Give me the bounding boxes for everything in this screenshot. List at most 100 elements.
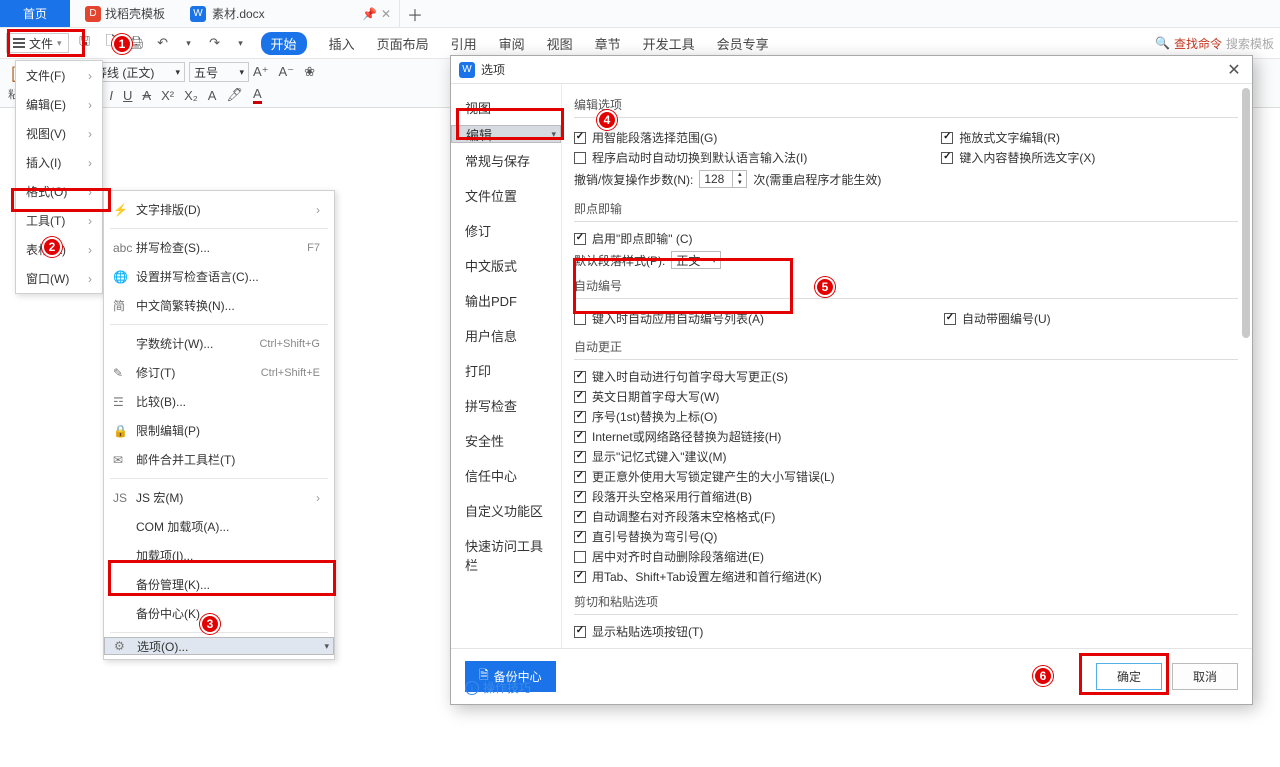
opt-click-and-type[interactable]: 启用"即点即输" (C): [574, 230, 1238, 247]
menu-file[interactable]: 文件(F): [16, 61, 102, 90]
menu-edit[interactable]: 编辑(E): [16, 90, 102, 119]
font-family-select[interactable]: 等线 (正文)▾: [90, 62, 185, 82]
highlight-button[interactable]: 🖊: [226, 87, 243, 103]
submenu-item-1[interactable]: abc拼写检查(S)...F7: [104, 233, 334, 262]
dialog-nav-item-5[interactable]: 中文版式: [451, 248, 561, 283]
submenu-item-10[interactable]: COM 加载项(A)...: [104, 512, 334, 541]
font-size-select[interactable]: 五号▾: [189, 62, 249, 82]
pin-icon[interactable]: 📌: [362, 7, 377, 21]
opt-ac6[interactable]: 更正意外使用大写锁定键产生的大小写错误(L): [574, 468, 1238, 485]
new-tab-button[interactable]: ＋: [400, 0, 430, 27]
dialog-nav-item-3[interactable]: 文件位置: [451, 178, 561, 213]
submenu-item-0[interactable]: ⚡文字排版(D): [104, 195, 334, 224]
increase-font-icon[interactable]: A⁺: [253, 64, 269, 80]
italic-button[interactable]: I: [109, 88, 113, 103]
menu-view[interactable]: 视图(V): [16, 119, 102, 148]
dialog-nav-item-7[interactable]: 用户信息: [451, 318, 561, 353]
opt-ac10[interactable]: 居中对齐时自动删除段落缩进(E): [574, 548, 1238, 565]
dialog-nav-item-0[interactable]: 视图: [451, 90, 561, 125]
dialog-nav-item-4[interactable]: 修订: [451, 213, 561, 248]
font-color-button[interactable]: A: [253, 86, 262, 104]
submenu-item-12[interactable]: 备份管理(K)...: [104, 570, 334, 599]
opt-ac8[interactable]: 自动调整右对齐段落末空格格式(F): [574, 508, 1238, 525]
opt-ac7[interactable]: 段落开头空格采用行首缩进(B): [574, 488, 1238, 505]
dialog-nav-item-13[interactable]: 快速访问工具栏: [451, 528, 561, 582]
menu-format[interactable]: 格式(O): [16, 177, 102, 206]
scrollbar[interactable]: [1242, 88, 1250, 644]
submenu-item-13[interactable]: 备份中心(K): [104, 599, 334, 628]
spin-down-icon[interactable]: ▼: [733, 179, 746, 187]
tab-insert[interactable]: 插入: [329, 34, 355, 53]
tips-link[interactable]: i 操作技巧: [465, 679, 531, 696]
opt-ac1[interactable]: 键入时自动进行句首字母大写更正(S): [574, 368, 1238, 385]
opt-auto-number-list[interactable]: 键入时自动应用自动编号列表(A): [574, 310, 764, 327]
dialog-nav-item-9[interactable]: 拼写检查: [451, 388, 561, 423]
opt-ac11[interactable]: 用Tab、Shift+Tab设置左缩进和首行缩进(K): [574, 568, 1238, 585]
opt-ac5[interactable]: 显示"记忆式键入"建议(M): [574, 448, 1238, 465]
find-command-link[interactable]: 查找命令: [1174, 35, 1222, 52]
tab-view[interactable]: 视图: [547, 34, 573, 53]
submenu-item-7[interactable]: 🔒限制编辑(P): [104, 416, 334, 445]
dialog-nav-item-6[interactable]: 输出PDF: [451, 283, 561, 318]
dialog-nav-item-2[interactable]: 常规与保存: [451, 143, 561, 178]
submenu-item-8[interactable]: ✉邮件合并工具栏(T): [104, 445, 334, 474]
save-icon[interactable]: 🖫: [77, 32, 93, 54]
opt-smart-paragraph[interactable]: 用智能段落选择范围(G): [574, 129, 881, 146]
opt-drag-edit[interactable]: 拖放式文字编辑(R): [941, 129, 1095, 146]
tab-start[interactable]: 开始: [261, 32, 307, 55]
print-preview-icon[interactable]: 🗋: [103, 32, 119, 54]
opt-circle-number[interactable]: 自动带圈编号(U): [944, 310, 1051, 327]
default-style-select[interactable]: 正文: [671, 251, 721, 269]
close-icon[interactable]: ✕: [1224, 60, 1244, 80]
opt-auto-ime[interactable]: 程序启动时自动切换到默认语言输入法(I): [574, 149, 881, 166]
submenu-item-9[interactable]: JSJS 宏(M): [104, 483, 334, 512]
phonetic-icon[interactable]: ❀: [304, 64, 315, 80]
close-tab-icon[interactable]: ✕: [381, 7, 391, 21]
tab-find-templates[interactable]: D 找稻壳模板: [70, 0, 180, 27]
submenu-item-5[interactable]: ✎修订(T)Ctrl+Shift+E: [104, 358, 334, 387]
opt-replace-selection[interactable]: 键入内容替换所选文字(X): [941, 149, 1095, 166]
menu-table[interactable]: 表格(A): [16, 235, 102, 264]
superscript-button[interactable]: X²: [161, 88, 174, 103]
change-case-button[interactable]: A: [208, 88, 217, 103]
submenu-item-2[interactable]: 🌐设置拼写检查语言(C)...: [104, 262, 334, 291]
opt-ac3[interactable]: 序号(1st)替换为上标(O): [574, 408, 1238, 425]
menu-tools[interactable]: 工具(T): [16, 206, 102, 235]
tab-review[interactable]: 审阅: [499, 34, 525, 53]
strikethrough-button[interactable]: A: [142, 88, 151, 103]
subscript-button[interactable]: X₂: [184, 88, 198, 103]
dropdown-icon[interactable]: ▾: [181, 38, 197, 49]
opt-paste-options[interactable]: 显示粘贴选项按钮(T): [574, 623, 1238, 640]
undo-steps-input[interactable]: 128 ▲▼: [699, 170, 747, 188]
menu-insert[interactable]: 插入(I): [16, 148, 102, 177]
opt-ac4[interactable]: Internet或网络路径替换为超链接(H): [574, 428, 1238, 445]
file-button[interactable]: 文件 ▾: [6, 33, 69, 53]
tab-dev[interactable]: 开发工具: [643, 34, 695, 53]
redo-icon[interactable]: ↷: [207, 35, 223, 51]
submenu-item-6[interactable]: ☲比较(B)...: [104, 387, 334, 416]
chevron-down-icon[interactable]: ▾: [233, 38, 249, 49]
decrease-font-icon[interactable]: A⁻: [279, 64, 295, 80]
tab-reference[interactable]: 引用: [451, 34, 477, 53]
submenu-item-4[interactable]: 字数统计(W)...Ctrl+Shift+G: [104, 329, 334, 358]
cancel-button[interactable]: 取消: [1172, 663, 1238, 690]
submenu-item-14[interactable]: ⚙选项(O)...: [104, 637, 334, 655]
spin-up-icon[interactable]: ▲: [733, 171, 746, 179]
dialog-nav-item-10[interactable]: 安全性: [451, 423, 561, 458]
submenu-item-11[interactable]: 加载项(I)...: [104, 541, 334, 570]
dialog-nav-item-1[interactable]: 编辑: [451, 125, 561, 143]
ok-button[interactable]: 确定: [1096, 663, 1162, 690]
tab-home[interactable]: 首页: [0, 0, 70, 27]
tab-document[interactable]: W 素材.docx 📌 ✕: [180, 0, 400, 27]
dialog-nav-item-8[interactable]: 打印: [451, 353, 561, 388]
scrollbar-thumb[interactable]: [1242, 88, 1250, 338]
menu-window[interactable]: 窗口(W): [16, 264, 102, 293]
dialog-nav-item-12[interactable]: 自定义功能区: [451, 493, 561, 528]
opt-ac9[interactable]: 直引号替换为弯引号(Q): [574, 528, 1238, 545]
tab-vip[interactable]: 会员专享: [717, 34, 769, 53]
print-icon[interactable]: 🖨: [129, 35, 145, 51]
underline-button[interactable]: U: [123, 88, 132, 103]
opt-ac2[interactable]: 英文日期首字母大写(W): [574, 388, 1238, 405]
submenu-item-3[interactable]: 简中文简繁转换(N)...: [104, 291, 334, 320]
dialog-nav-item-11[interactable]: 信任中心: [451, 458, 561, 493]
